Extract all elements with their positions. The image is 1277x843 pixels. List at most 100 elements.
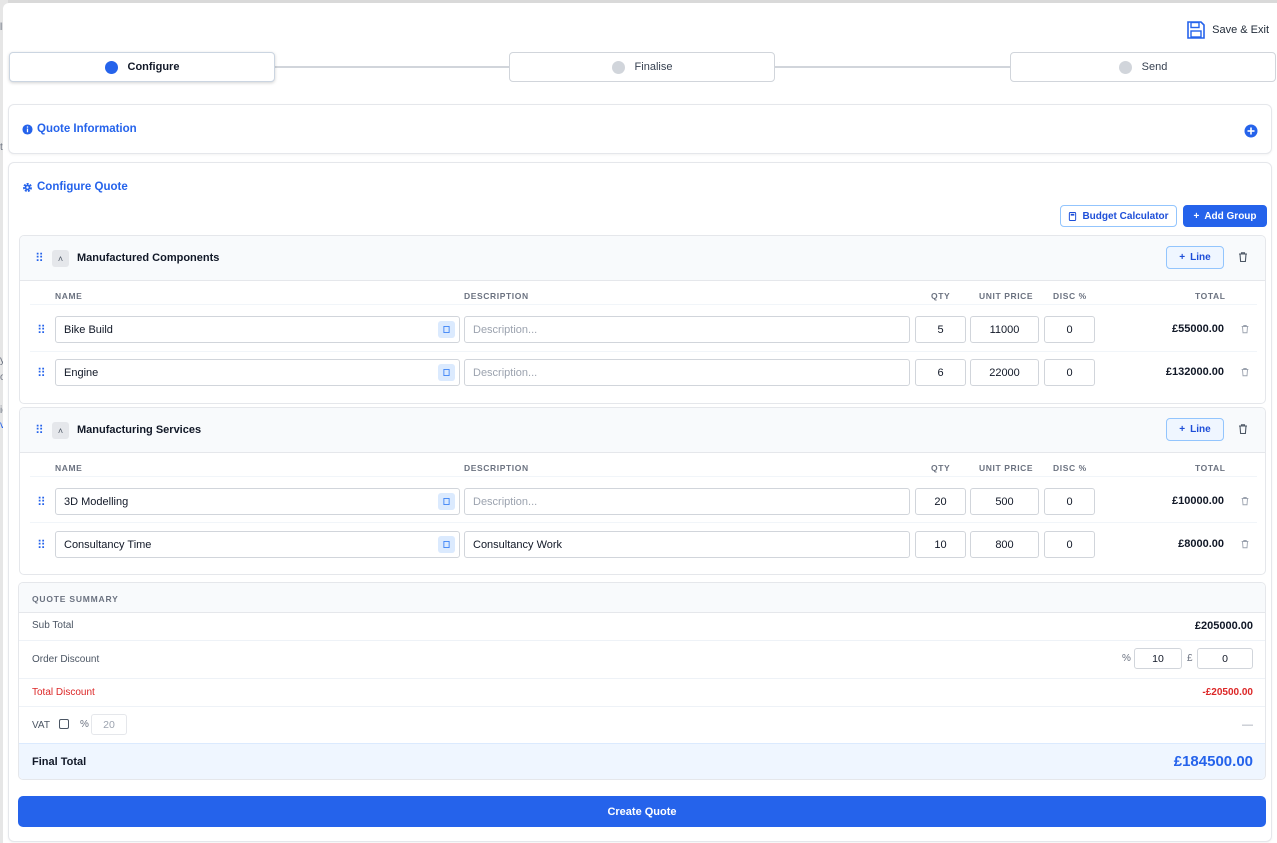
budget-calculator-label: Budget Calculator bbox=[1082, 210, 1169, 222]
document-icon[interactable] bbox=[438, 536, 455, 553]
sub-total-label: Sub Total bbox=[32, 620, 74, 631]
discount-input[interactable]: 0 bbox=[1044, 316, 1095, 343]
description-input[interactable]: Description... bbox=[464, 488, 910, 515]
step-indicator bbox=[611, 60, 625, 74]
plus-icon: + bbox=[1179, 252, 1186, 263]
unit-price-input[interactable]: 500 bbox=[970, 488, 1039, 515]
step-label: Finalise bbox=[634, 61, 673, 73]
column-header-total: TOTAL bbox=[1195, 463, 1226, 473]
column-header-name: NAME bbox=[55, 463, 83, 473]
chevron-up-icon[interactable]: ˄ bbox=[52, 250, 69, 267]
qty-input[interactable]: 5 bbox=[915, 316, 966, 343]
group-header: ⠿ ˄ Manufactured Components + Line bbox=[20, 236, 1265, 281]
description-input[interactable]: Description... bbox=[464, 316, 910, 343]
drag-handle-icon[interactable]: ⠿ bbox=[35, 424, 44, 436]
trash-icon[interactable] bbox=[1237, 251, 1249, 263]
line-name-input[interactable]: Consultancy Time bbox=[55, 531, 460, 558]
row-divider bbox=[30, 351, 1257, 352]
step-label: Configure bbox=[127, 61, 180, 73]
final-total-bar: Final Total £184500.00 bbox=[19, 743, 1265, 779]
discount-input[interactable]: 0 bbox=[1044, 359, 1095, 386]
line-total: £132000.00 bbox=[1165, 366, 1224, 378]
vat-value: — bbox=[1242, 719, 1253, 731]
document-icon[interactable] bbox=[438, 364, 455, 381]
budget-calculator-button[interactable]: Budget Calculator bbox=[1060, 205, 1177, 227]
trash-icon[interactable] bbox=[1240, 367, 1250, 377]
sub-total-value: £205000.00 bbox=[1194, 620, 1253, 632]
description-input[interactable]: Description... bbox=[464, 359, 910, 386]
info-icon bbox=[22, 123, 33, 135]
qty-input[interactable]: 6 bbox=[915, 359, 966, 386]
summary-divider bbox=[19, 706, 1265, 707]
total-discount-label: Total Discount bbox=[32, 687, 95, 698]
gear-icon bbox=[23, 182, 32, 192]
vat-checkbox[interactable] bbox=[59, 719, 69, 729]
trash-icon[interactable] bbox=[1237, 423, 1249, 435]
save-icon bbox=[1187, 21, 1205, 39]
line-name-value: 3D Modelling bbox=[64, 495, 129, 508]
step-configure[interactable]: Configure bbox=[9, 52, 275, 82]
chevron-up-icon[interactable]: ˄ bbox=[52, 422, 69, 439]
add-line-label: Line bbox=[1190, 424, 1211, 435]
line-name-value: Consultancy Time bbox=[64, 538, 152, 551]
line-name-input[interactable]: Engine bbox=[55, 359, 460, 386]
line-group: ⠿ ˄ Manufacturing Services + Line NAME D… bbox=[19, 407, 1266, 575]
configure-quote-label: Configure Quote bbox=[37, 181, 128, 193]
calculator-icon bbox=[1069, 211, 1077, 221]
step-connector bbox=[275, 66, 509, 68]
unit-price-input[interactable]: 800 bbox=[970, 531, 1039, 558]
trash-icon[interactable] bbox=[1240, 496, 1250, 506]
discount-amount-input[interactable]: 0 bbox=[1197, 648, 1253, 669]
step-connector bbox=[775, 66, 1010, 68]
column-header-name: NAME bbox=[55, 291, 83, 301]
plus-icon: + bbox=[1193, 210, 1200, 222]
document-icon[interactable] bbox=[438, 321, 455, 338]
configure-quote-title: Configure Quote bbox=[22, 181, 128, 193]
step-send[interactable]: Send bbox=[1010, 52, 1276, 82]
drag-handle-icon[interactable]: ⠿ bbox=[35, 252, 44, 264]
add-group-button[interactable]: + Add Group bbox=[1183, 205, 1267, 227]
plus-circle-icon[interactable] bbox=[1244, 124, 1258, 138]
document-icon[interactable] bbox=[438, 493, 455, 510]
step-indicator bbox=[1118, 60, 1132, 74]
drag-handle-icon[interactable]: ⠿ bbox=[37, 324, 46, 336]
quote-information-card: Quote Information bbox=[8, 104, 1272, 154]
final-total-value: £184500.00 bbox=[1173, 753, 1253, 770]
trash-icon[interactable] bbox=[1240, 539, 1250, 549]
add-line-button[interactable]: + Line bbox=[1166, 418, 1224, 441]
discount-percent-input[interactable]: 10 bbox=[1134, 648, 1182, 669]
stepper: Configure Finalise Send bbox=[9, 52, 1276, 83]
description-input[interactable]: Consultancy Work bbox=[464, 531, 910, 558]
drag-handle-icon[interactable]: ⠿ bbox=[37, 539, 46, 551]
line-name-input[interactable]: Bike Build bbox=[55, 316, 460, 343]
final-total-label: Final Total bbox=[32, 756, 87, 768]
quote-information-title[interactable]: Quote Information bbox=[22, 123, 137, 135]
summary-title: QUOTE SUMMARY bbox=[32, 594, 119, 604]
drag-handle-icon[interactable]: ⠿ bbox=[37, 496, 46, 508]
add-line-button[interactable]: + Line bbox=[1166, 246, 1224, 269]
create-quote-button[interactable]: Create Quote bbox=[18, 796, 1266, 827]
column-header-unit-price: UNIT PRICE bbox=[979, 463, 1034, 473]
drag-handle-icon[interactable]: ⠿ bbox=[37, 367, 46, 379]
column-header-disc: DISC % bbox=[1053, 463, 1087, 473]
save-exit-label: Save & Exit bbox=[1212, 24, 1269, 36]
vat-rate-input[interactable]: 20 bbox=[91, 714, 127, 735]
add-line-label: Line bbox=[1190, 252, 1211, 263]
column-header-total: TOTAL bbox=[1195, 291, 1226, 301]
row-divider bbox=[30, 476, 1257, 477]
step-finalise[interactable]: Finalise bbox=[509, 52, 775, 82]
plus-icon: + bbox=[1179, 424, 1186, 435]
unit-price-input[interactable]: 11000 bbox=[970, 316, 1039, 343]
unit-price-input[interactable]: 22000 bbox=[970, 359, 1039, 386]
group-name: Manufactured Components bbox=[77, 252, 220, 264]
discount-input[interactable]: 0 bbox=[1044, 531, 1095, 558]
qty-input[interactable]: 20 bbox=[915, 488, 966, 515]
trash-icon[interactable] bbox=[1240, 324, 1250, 334]
column-header-description: DESCRIPTION bbox=[464, 463, 529, 473]
percent-symbol: % bbox=[1122, 653, 1131, 664]
discount-input[interactable]: 0 bbox=[1044, 488, 1095, 515]
line-name-input[interactable]: 3D Modelling bbox=[55, 488, 460, 515]
save-exit-button[interactable]: Save & Exit bbox=[1186, 20, 1269, 40]
line-total: £8000.00 bbox=[1178, 538, 1224, 550]
qty-input[interactable]: 10 bbox=[915, 531, 966, 558]
